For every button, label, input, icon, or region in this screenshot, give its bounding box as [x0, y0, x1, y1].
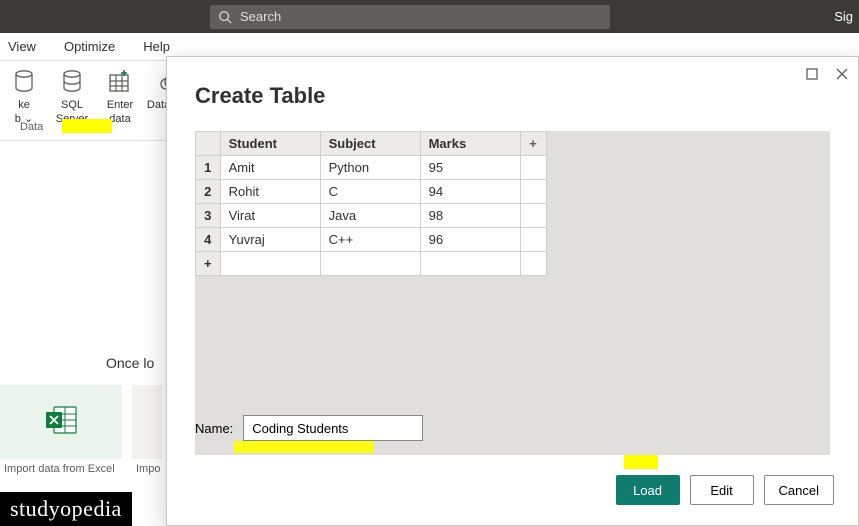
header-student[interactable]: Student — [220, 132, 320, 156]
highlight-marker — [624, 455, 658, 469]
table-row: 2 Rohit C 94 — [196, 180, 547, 204]
card-import-other[interactable] — [132, 385, 162, 459]
menu-optimize[interactable]: Optimize — [64, 39, 115, 54]
cell[interactable]: 96 — [420, 228, 520, 252]
header-marks[interactable]: Marks — [420, 132, 520, 156]
table-row: 3 Virat Java 98 — [196, 204, 547, 228]
card-import-excel[interactable] — [0, 385, 122, 459]
data-grid[interactable]: Student Subject Marks + 1 Amit Python 95… — [195, 131, 547, 276]
cell[interactable]: Amit — [220, 156, 320, 180]
title-bar: Search Sig — [0, 0, 859, 33]
table-row: 4 Yuvraj C++ 96 — [196, 228, 547, 252]
table-name-input[interactable] — [243, 415, 423, 441]
cell[interactable]: Java — [320, 204, 420, 228]
table-row: 1 Amit Python 95 — [196, 156, 547, 180]
add-column[interactable]: + — [520, 132, 546, 156]
sql-server-icon — [61, 67, 83, 97]
dialog-title: Create Table — [195, 83, 325, 109]
header-blank — [196, 132, 221, 156]
database-icon — [13, 67, 35, 97]
ribbon-btn-sql-server[interactable]: SQL Server — [48, 67, 96, 125]
create-table-dialog: Create Table Student Subject Marks + 1 A… — [166, 56, 859, 526]
edit-button[interactable]: Edit — [690, 475, 754, 505]
card-import-excel-label: Import data from Excel — [4, 463, 115, 475]
dialog-body: Student Subject Marks + 1 Amit Python 95… — [195, 131, 830, 455]
close-icon[interactable] — [836, 67, 848, 85]
highlight-marker — [62, 119, 112, 133]
name-label: Name: — [195, 421, 233, 436]
cell[interactable]: Virat — [220, 204, 320, 228]
excel-icon — [44, 405, 78, 440]
search-box[interactable]: Search — [210, 5, 610, 29]
sign-in-label[interactable]: Sig — [834, 9, 853, 24]
cell[interactable]: Python — [320, 156, 420, 180]
cell[interactable]: Rohit — [220, 180, 320, 204]
add-row: + — [196, 252, 547, 276]
cell[interactable]: 95 — [420, 156, 520, 180]
header-subject[interactable]: Subject — [320, 132, 420, 156]
cell[interactable]: C — [320, 180, 420, 204]
table-plus-icon — [108, 67, 132, 97]
cancel-button[interactable]: Cancel — [764, 475, 834, 505]
menu-view[interactable]: View — [8, 39, 36, 54]
ribbon-btn-onelake[interactable]: ke b ⌄ — [0, 67, 48, 125]
search-placeholder: Search — [240, 9, 602, 24]
search-icon — [218, 10, 232, 24]
add-row-btn[interactable]: + — [196, 252, 221, 276]
ribbon-btn-enter-data[interactable]: Enter data — [96, 67, 144, 125]
cell[interactable]: C++ — [320, 228, 420, 252]
menu-help[interactable]: Help — [143, 39, 170, 54]
cell[interactable]: 94 — [420, 180, 520, 204]
cell[interactable]: Yuvraj — [220, 228, 320, 252]
highlight-marker — [233, 441, 373, 453]
card-import-other-label: Impo — [136, 463, 160, 475]
cell[interactable]: 98 — [420, 204, 520, 228]
maximize-icon[interactable] — [806, 67, 818, 85]
ribbon-group-label: Data — [20, 121, 43, 133]
canvas-heading: Once lo — [106, 355, 154, 371]
load-button[interactable]: Load — [616, 475, 680, 505]
watermark: studyopedia — [0, 492, 132, 526]
